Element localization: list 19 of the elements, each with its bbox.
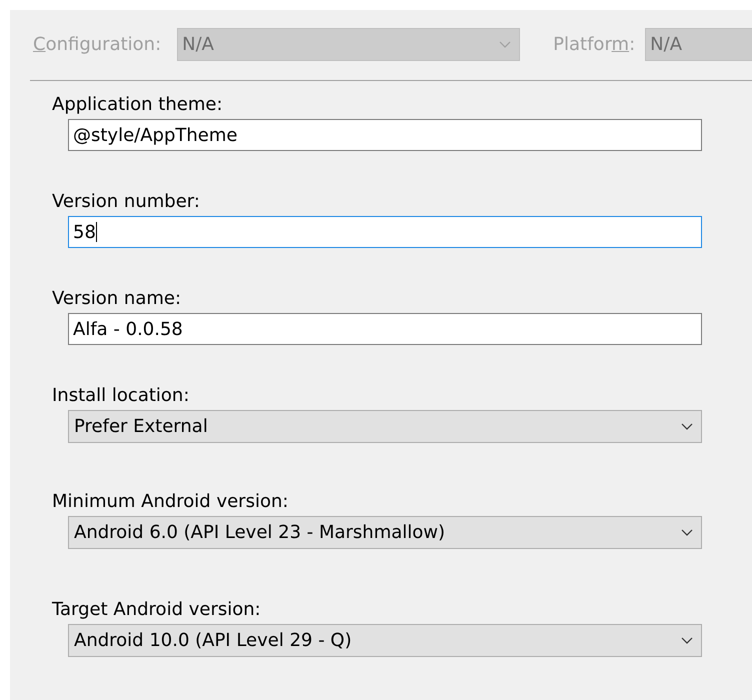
chevron-down-icon (499, 41, 512, 48)
field-label: Application theme: (52, 94, 224, 116)
chevron-down-icon (681, 423, 693, 430)
platform-label: Platform: (553, 34, 636, 55)
chevron-down-icon (681, 529, 693, 536)
field-label: Minimum Android version: (52, 491, 290, 513)
dropdown[interactable]: Android 6.0 (API Level 23 - Marshmallow) (68, 516, 702, 549)
text-field[interactable]: 58 (68, 216, 702, 248)
text-caret (96, 222, 97, 242)
field-label: Version name: (52, 288, 182, 310)
field-label: Version number: (52, 191, 201, 213)
field-label: Install location: (52, 385, 190, 407)
configuration-label: Configuration: (33, 33, 162, 57)
chevron-down-icon (681, 637, 693, 644)
text-field[interactable]: @style/AppTheme (68, 119, 702, 151)
dropdown[interactable]: Prefer External (68, 410, 702, 443)
field-label: Target Android version: (52, 599, 262, 621)
text-field[interactable]: Alfa - 0.0.58 (68, 313, 702, 345)
dropdown[interactable]: Android 10.0 (API Level 29 - Q) (68, 624, 702, 657)
